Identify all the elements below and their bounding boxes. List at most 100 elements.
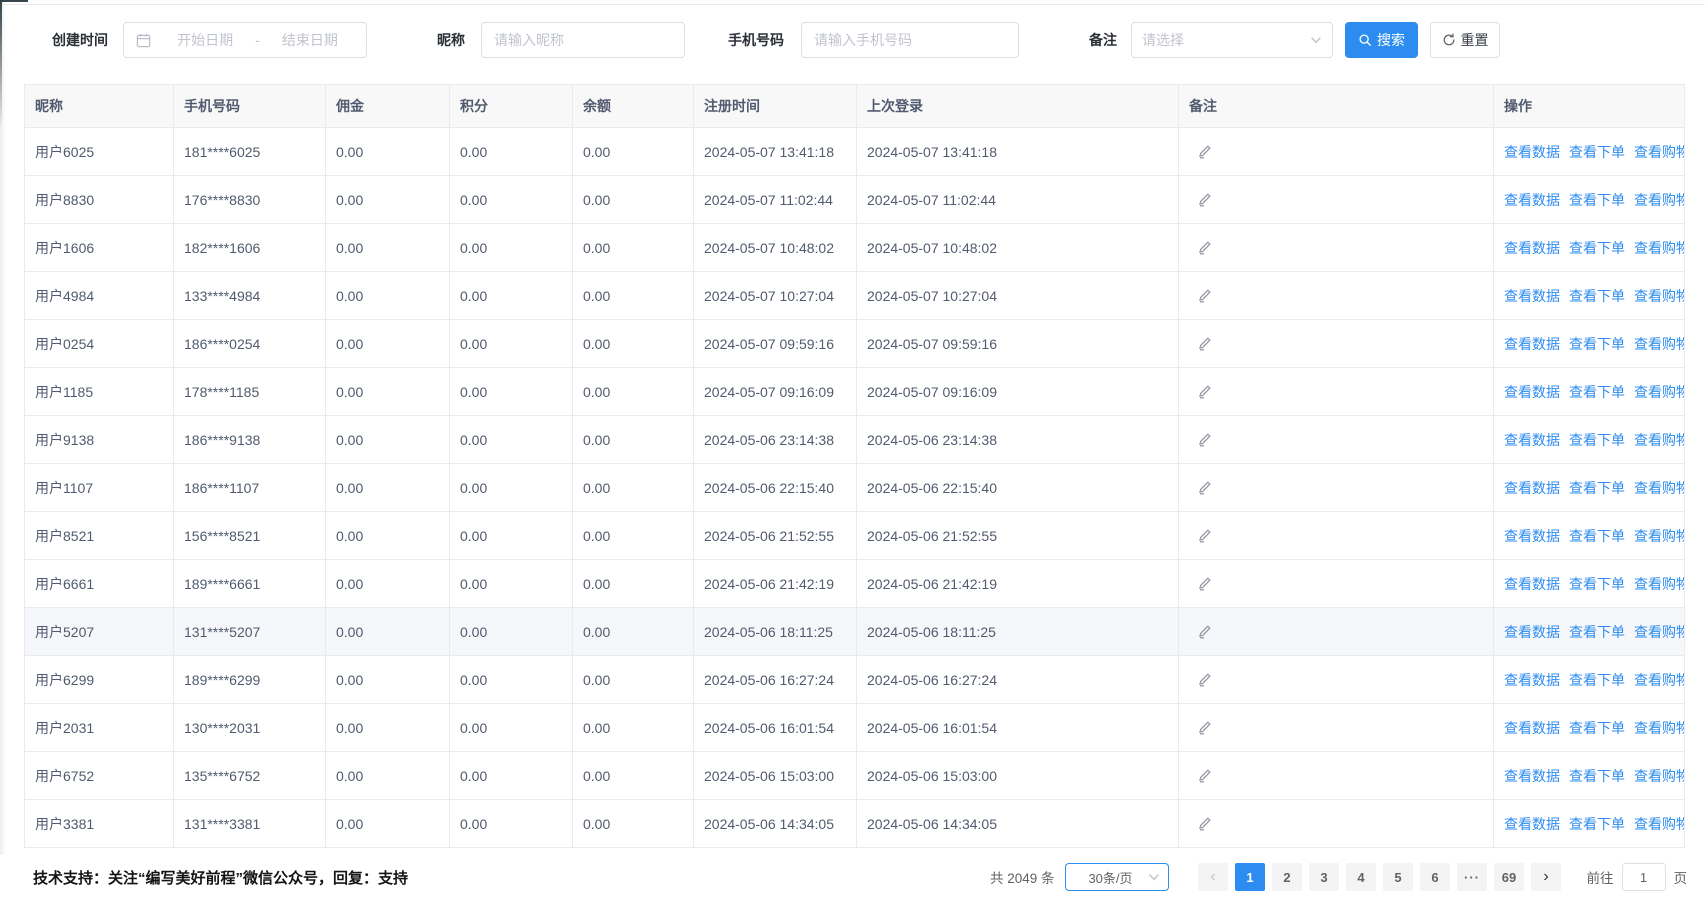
- action-view-orders[interactable]: 查看下单: [1569, 480, 1625, 496]
- page-button-6[interactable]: 6: [1420, 863, 1450, 891]
- action-view-orders[interactable]: 查看下单: [1569, 144, 1625, 160]
- cell-commission: 0.00: [326, 368, 450, 416]
- action-view-data[interactable]: 查看数据: [1504, 144, 1560, 160]
- action-view-data[interactable]: 查看数据: [1504, 240, 1560, 256]
- cell-commission: 0.00: [326, 272, 450, 320]
- search-button[interactable]: 搜索: [1345, 22, 1418, 58]
- edit-remark-icon[interactable]: [1196, 480, 1212, 496]
- edit-remark-icon[interactable]: [1196, 720, 1212, 736]
- action-view-cart[interactable]: 查看购物车: [1634, 768, 1685, 784]
- start-date-placeholder[interactable]: 开始日期: [159, 30, 251, 50]
- nickname-input[interactable]: [481, 22, 685, 58]
- cell-nickname: 用户8521: [25, 512, 174, 560]
- action-view-cart[interactable]: 查看购物车: [1634, 432, 1685, 448]
- edit-remark-icon[interactable]: [1196, 384, 1212, 400]
- action-view-cart[interactable]: 查看购物车: [1634, 144, 1685, 160]
- action-view-data[interactable]: 查看数据: [1504, 768, 1560, 784]
- page-size-value: 30条/页: [1074, 868, 1148, 887]
- edit-remark-icon[interactable]: [1196, 288, 1212, 304]
- edit-remark-icon[interactable]: [1196, 192, 1212, 208]
- action-view-data[interactable]: 查看数据: [1504, 480, 1560, 496]
- cell-actions: 查看数据查看下单查看购物车: [1494, 800, 1685, 848]
- cell-points: 0.00: [450, 320, 573, 368]
- action-view-data[interactable]: 查看数据: [1504, 672, 1560, 688]
- phone-input[interactable]: [801, 22, 1019, 58]
- edit-remark-icon[interactable]: [1196, 144, 1212, 160]
- remark-select[interactable]: 请选择: [1131, 22, 1333, 58]
- cell-remark: [1179, 560, 1494, 608]
- page-button-4[interactable]: 4: [1346, 863, 1376, 891]
- cell-points: 0.00: [450, 464, 573, 512]
- cell-nickname: 用户4984: [25, 272, 174, 320]
- edit-remark-icon[interactable]: [1196, 576, 1212, 592]
- edit-remark-icon[interactable]: [1196, 432, 1212, 448]
- cell-nickname: 用户6661: [25, 560, 174, 608]
- action-view-orders[interactable]: 查看下单: [1569, 816, 1625, 832]
- column-header-3: 积分: [450, 85, 573, 128]
- action-view-orders[interactable]: 查看下单: [1569, 672, 1625, 688]
- edit-remark-icon[interactable]: [1196, 816, 1212, 832]
- edit-remark-icon[interactable]: [1196, 240, 1212, 256]
- action-view-cart[interactable]: 查看购物车: [1634, 480, 1685, 496]
- action-view-data[interactable]: 查看数据: [1504, 288, 1560, 304]
- edit-remark-icon[interactable]: [1196, 336, 1212, 352]
- total-count: 共 2049 条: [990, 867, 1055, 887]
- edit-remark-icon[interactable]: [1196, 624, 1212, 640]
- action-view-orders[interactable]: 查看下单: [1569, 240, 1625, 256]
- support-text: 技术支持：关注“编写美好前程”微信公众号，回复：支持: [33, 867, 408, 888]
- action-view-orders[interactable]: 查看下单: [1569, 192, 1625, 208]
- cell-balance: 0.00: [573, 368, 694, 416]
- action-view-cart[interactable]: 查看购物车: [1634, 720, 1685, 736]
- page-button-2[interactable]: 2: [1272, 863, 1302, 891]
- page-size-select[interactable]: 30条/页: [1065, 863, 1169, 891]
- reset-button[interactable]: 重置: [1430, 22, 1500, 58]
- action-view-cart[interactable]: 查看购物车: [1634, 816, 1685, 832]
- pager-ellipsis[interactable]: ···: [1457, 863, 1487, 891]
- action-view-orders[interactable]: 查看下单: [1569, 432, 1625, 448]
- page-button-3[interactable]: 3: [1309, 863, 1339, 891]
- page-button-69[interactable]: 69: [1494, 863, 1524, 891]
- table-row: 用户8521156****85210.000.000.002024-05-06 …: [25, 512, 1685, 560]
- action-view-orders[interactable]: 查看下单: [1569, 288, 1625, 304]
- cell-nickname: 用户1185: [25, 368, 174, 416]
- action-view-data[interactable]: 查看数据: [1504, 624, 1560, 640]
- action-view-data[interactable]: 查看数据: [1504, 720, 1560, 736]
- action-view-data[interactable]: 查看数据: [1504, 528, 1560, 544]
- action-view-cart[interactable]: 查看购物车: [1634, 672, 1685, 688]
- prev-page-button[interactable]: ‹: [1198, 863, 1228, 891]
- goto-page-input[interactable]: [1622, 863, 1666, 891]
- page-button-5[interactable]: 5: [1383, 863, 1413, 891]
- action-view-data[interactable]: 查看数据: [1504, 576, 1560, 592]
- edit-remark-icon[interactable]: [1196, 768, 1212, 784]
- edit-remark-icon[interactable]: [1196, 672, 1212, 688]
- action-view-cart[interactable]: 查看购物车: [1634, 288, 1685, 304]
- action-view-orders[interactable]: 查看下单: [1569, 768, 1625, 784]
- action-view-orders[interactable]: 查看下单: [1569, 576, 1625, 592]
- action-view-cart[interactable]: 查看购物车: [1634, 576, 1685, 592]
- end-date-placeholder[interactable]: 结束日期: [264, 30, 356, 50]
- action-view-data[interactable]: 查看数据: [1504, 192, 1560, 208]
- edit-remark-icon[interactable]: [1196, 528, 1212, 544]
- page-button-1[interactable]: 1: [1235, 863, 1265, 891]
- action-view-data[interactable]: 查看数据: [1504, 384, 1560, 400]
- column-header-1: 手机号码: [174, 85, 326, 128]
- action-view-orders[interactable]: 查看下单: [1569, 336, 1625, 352]
- action-view-orders[interactable]: 查看下单: [1569, 384, 1625, 400]
- action-view-orders[interactable]: 查看下单: [1569, 528, 1625, 544]
- next-page-button[interactable]: ›: [1531, 863, 1561, 891]
- create-time-range-picker[interactable]: 开始日期 - 结束日期: [123, 22, 367, 58]
- action-view-cart[interactable]: 查看购物车: [1634, 528, 1685, 544]
- action-view-data[interactable]: 查看数据: [1504, 336, 1560, 352]
- action-view-orders[interactable]: 查看下单: [1569, 720, 1625, 736]
- action-view-data[interactable]: 查看数据: [1504, 816, 1560, 832]
- cell-balance: 0.00: [573, 608, 694, 656]
- cell-nickname: 用户0254: [25, 320, 174, 368]
- action-view-cart[interactable]: 查看购物车: [1634, 384, 1685, 400]
- action-view-cart[interactable]: 查看购物车: [1634, 240, 1685, 256]
- action-view-orders[interactable]: 查看下单: [1569, 624, 1625, 640]
- action-view-cart[interactable]: 查看购物车: [1634, 336, 1685, 352]
- action-view-data[interactable]: 查看数据: [1504, 432, 1560, 448]
- cell-last-login: 2024-05-07 11:02:44: [857, 176, 1179, 224]
- action-view-cart[interactable]: 查看购物车: [1634, 192, 1685, 208]
- action-view-cart[interactable]: 查看购物车: [1634, 624, 1685, 640]
